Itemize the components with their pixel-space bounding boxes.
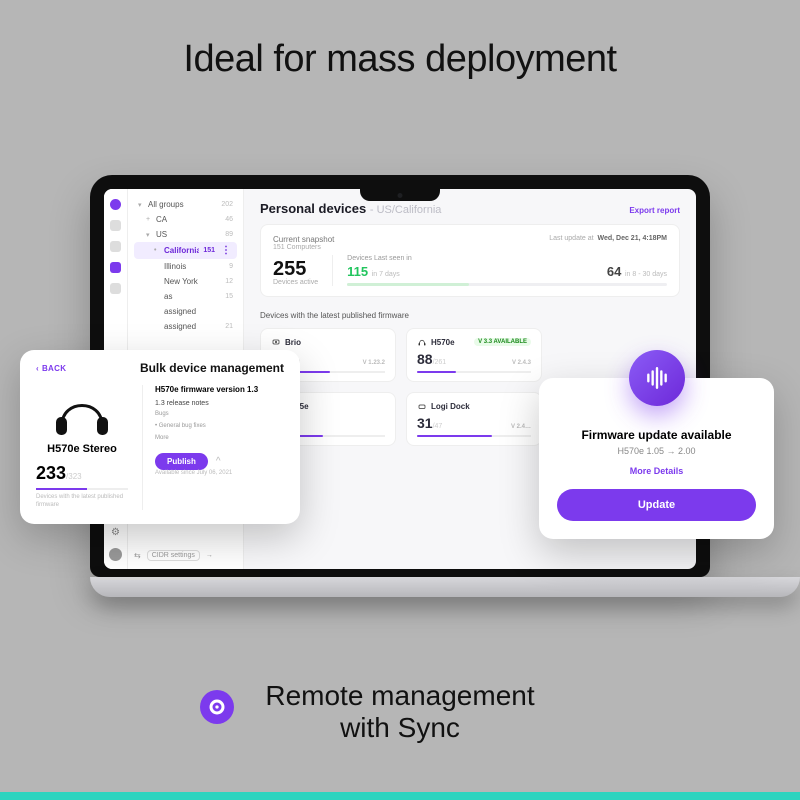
tree-as[interactable]: as15 xyxy=(134,289,237,304)
tree-illinois[interactable]: Illinois9 xyxy=(134,259,237,274)
seen-7d: 115 in 7 days xyxy=(347,264,400,279)
more-details-link[interactable]: More Details xyxy=(630,466,684,476)
app-logo-icon xyxy=(110,199,121,210)
device-card-name: Brio xyxy=(285,338,301,347)
breadcrumb: - US/California xyxy=(370,204,442,216)
tree-ca[interactable]: +CA46 xyxy=(134,212,237,227)
caption: Remote managementwith Sync xyxy=(0,680,800,744)
headset-icon xyxy=(46,385,118,439)
card-count: 88 xyxy=(417,351,433,367)
card-version: V 1.23.2 xyxy=(363,360,385,366)
card-denominator: /47 xyxy=(433,423,443,430)
chevron-left-icon: ‹ xyxy=(36,364,39,373)
device-icon xyxy=(271,337,281,347)
page-header: Personal devices - US/California Export … xyxy=(260,201,680,216)
seen-30d: 64 in 8 - 30 days xyxy=(607,264,667,279)
card-count: 31 xyxy=(417,415,433,431)
device-card-name: Logi Dock xyxy=(431,402,470,411)
publish-button[interactable]: Publish xyxy=(155,453,208,470)
release-note-line: Bugs xyxy=(155,410,284,419)
bulk-management-panel: ‹BACK Bulk device management H570e Stere… xyxy=(20,350,300,524)
nav-item-4[interactable] xyxy=(110,283,121,294)
tree-us[interactable]: ▾US89 xyxy=(134,227,237,242)
headline: Ideal for mass deployment xyxy=(0,38,800,81)
update-subtitle: H570e 1.05 → 2.00 xyxy=(557,446,756,456)
card-version: V 2.4.3 xyxy=(512,360,531,366)
chevron-up-icon[interactable]: ^ xyxy=(216,456,221,467)
tree-assigned-b[interactable]: assigned21 xyxy=(134,319,237,334)
last-seen-block: Devices Last seen in 115 in 7 days 64 in… xyxy=(332,255,667,286)
tree-california[interactable]: •California151⋮ xyxy=(134,242,237,259)
device-icon xyxy=(417,401,427,411)
accent-bar xyxy=(0,792,800,800)
firmware-card[interactable]: Logi Dock 31/47 V 2.4… xyxy=(406,392,542,446)
nav-item-2[interactable] xyxy=(110,241,121,252)
availability-date: Available since July 06, 2021 xyxy=(155,470,284,476)
release-note-more[interactable]: More xyxy=(155,434,284,443)
card-denominator: /261 xyxy=(433,359,447,366)
release-note-line: • General bug fixes xyxy=(155,422,284,431)
settings-icon[interactable]: ⚙ xyxy=(110,527,121,538)
device-card-name: H570e xyxy=(431,338,455,347)
more-icon[interactable]: ⋮ xyxy=(219,245,233,256)
card-version: V 2.4… xyxy=(511,424,531,430)
last-update: Last update at Wed, Dec 21, 4:18PM xyxy=(549,235,667,242)
release-notes-title: 1.3 release notes xyxy=(155,400,284,407)
cidr-settings[interactable]: ⇆CIDR settings→ xyxy=(134,550,213,561)
nav-item-devices[interactable] xyxy=(110,262,121,273)
tree-newyork[interactable]: New York12 xyxy=(134,274,237,289)
devices-active-count: 255Devices active xyxy=(273,259,318,286)
firmware-update-panel: Firmware update available H570e 1.05 → 2… xyxy=(539,378,774,539)
version-available-badge: V 3.3 AVAILABLE xyxy=(474,338,531,346)
tree-all-groups[interactable]: ▾All groups202 xyxy=(134,197,237,212)
nav-item-1[interactable] xyxy=(110,220,121,231)
firmware-version: H570e firmware version 1.3 xyxy=(155,385,284,394)
laptop-base xyxy=(90,577,800,597)
firmware-card[interactable]: H570e V 3.3 AVAILABLE 88/261 V 2.4.3 xyxy=(406,328,542,382)
bulk-hint: Devices with the latest published firmwa… xyxy=(36,494,128,510)
waveform-icon xyxy=(629,350,685,406)
export-report-link[interactable]: Export report xyxy=(629,206,680,215)
device-name: H570e Stereo xyxy=(36,443,128,455)
snapshot-card: Current snapshot 151 Computers Last upda… xyxy=(260,224,680,297)
snapshot-sub: 151 Computers xyxy=(273,244,667,251)
bulk-count: 233/323 xyxy=(36,463,128,484)
firmware-title: Devices with the latest published firmwa… xyxy=(260,311,680,320)
page-title: Personal devices - US/California xyxy=(260,201,441,216)
update-button[interactable]: Update xyxy=(557,489,756,521)
update-title: Firmware update available xyxy=(557,428,756,442)
bulk-title: Bulk device management xyxy=(36,361,284,375)
device-icon xyxy=(417,337,427,347)
tree-assigned-a[interactable]: assigned xyxy=(134,304,237,319)
avatar[interactable] xyxy=(109,548,122,561)
